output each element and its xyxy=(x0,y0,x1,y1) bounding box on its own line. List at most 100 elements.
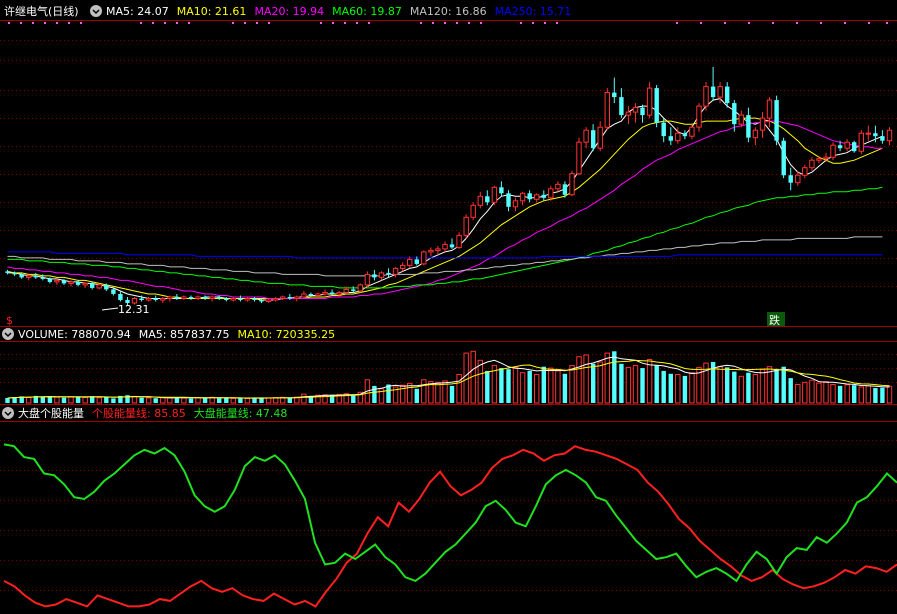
candle xyxy=(400,262,406,272)
volume-bar xyxy=(844,384,850,404)
signal-dot xyxy=(700,22,702,24)
volume-bar xyxy=(477,359,484,404)
candle-body xyxy=(351,289,356,291)
candle-body xyxy=(75,281,81,285)
candle xyxy=(153,295,158,302)
volume-bar xyxy=(597,361,603,404)
volume-bar xyxy=(668,373,673,403)
candle-body xyxy=(512,200,519,208)
candle-body xyxy=(463,216,469,236)
volume-bar xyxy=(732,371,737,403)
signal-dot xyxy=(868,22,870,24)
candle-body xyxy=(809,159,815,169)
energy-lines xyxy=(3,443,897,608)
candle-body xyxy=(506,193,511,207)
candle-body xyxy=(703,86,709,107)
candle-body xyxy=(153,298,158,300)
candle-body xyxy=(435,248,441,251)
candle-body xyxy=(12,272,17,275)
signal-dot xyxy=(232,22,234,24)
volume-bar xyxy=(61,397,67,403)
candle xyxy=(865,125,871,141)
candle-body xyxy=(252,298,257,300)
signal-dot xyxy=(420,22,422,24)
candle-body xyxy=(68,281,74,284)
volume-bar xyxy=(202,397,208,403)
candle-body xyxy=(830,144,836,158)
volume-bar xyxy=(506,369,511,403)
volume-bar xyxy=(217,398,222,403)
candle xyxy=(265,298,272,303)
candle xyxy=(456,232,462,249)
candle xyxy=(470,202,476,221)
ma-line-ma250 xyxy=(7,251,883,259)
candle-body xyxy=(5,271,10,273)
candle-body xyxy=(873,133,878,137)
signal-dot xyxy=(44,22,46,24)
candle-body xyxy=(668,136,673,141)
candle xyxy=(689,124,695,140)
candle xyxy=(512,197,519,212)
candle xyxy=(696,103,702,132)
volume-bar xyxy=(569,365,575,404)
volume-bar xyxy=(625,366,632,404)
ma10-label: MA10: 21.61 xyxy=(177,5,247,18)
candle-body xyxy=(442,243,448,250)
candle xyxy=(5,269,10,275)
signal-dot xyxy=(772,22,774,24)
candle xyxy=(209,295,215,302)
signal-dot xyxy=(468,22,470,24)
volume-bar xyxy=(96,397,102,404)
signal-dot xyxy=(368,22,370,24)
candle-body xyxy=(209,296,215,299)
volume-bar xyxy=(527,370,532,403)
candle-body xyxy=(583,129,589,143)
signal-dot xyxy=(32,22,34,24)
signal-dot xyxy=(480,22,482,24)
candle-body xyxy=(308,294,314,296)
candle-body xyxy=(26,275,32,278)
volume-bar xyxy=(682,375,688,403)
candle xyxy=(632,103,639,123)
signal-dot xyxy=(8,22,10,24)
volume-bar xyxy=(717,366,723,404)
volume-bar xyxy=(435,381,441,404)
candle-body xyxy=(470,204,476,218)
candle xyxy=(844,139,850,152)
volume-bar xyxy=(816,382,822,404)
candle-body xyxy=(886,129,893,142)
candle xyxy=(640,104,645,123)
signal-dot xyxy=(68,22,70,24)
volume-bar xyxy=(555,370,561,404)
candle xyxy=(181,295,187,300)
candle xyxy=(591,124,596,152)
candle-body xyxy=(224,298,229,300)
candle-body xyxy=(852,142,857,152)
signal-dot xyxy=(56,22,58,24)
candle-body xyxy=(273,298,279,301)
collapse-price-button[interactable] xyxy=(90,5,102,17)
volume-bar xyxy=(675,374,681,404)
volume-bar xyxy=(591,363,596,403)
candle xyxy=(392,266,399,278)
volume-bars xyxy=(5,350,893,404)
candle-body xyxy=(54,279,60,283)
candle-body xyxy=(238,298,243,300)
candle xyxy=(195,295,201,300)
collapse-volume-button[interactable] xyxy=(2,328,14,340)
candle xyxy=(230,297,237,302)
candle xyxy=(682,130,688,140)
collapse-indicator-button[interactable] xyxy=(2,407,14,419)
candle xyxy=(646,82,653,119)
signal-dot xyxy=(432,22,434,24)
candle xyxy=(541,190,546,201)
candle-body xyxy=(414,259,419,264)
candle-body xyxy=(287,297,292,299)
candle xyxy=(852,140,857,153)
candle-body xyxy=(449,244,455,248)
signal-dot xyxy=(20,22,22,24)
volume-bar xyxy=(421,379,427,404)
volume-bar xyxy=(75,396,81,403)
candle-body xyxy=(774,100,779,141)
volume-bar xyxy=(26,396,32,404)
